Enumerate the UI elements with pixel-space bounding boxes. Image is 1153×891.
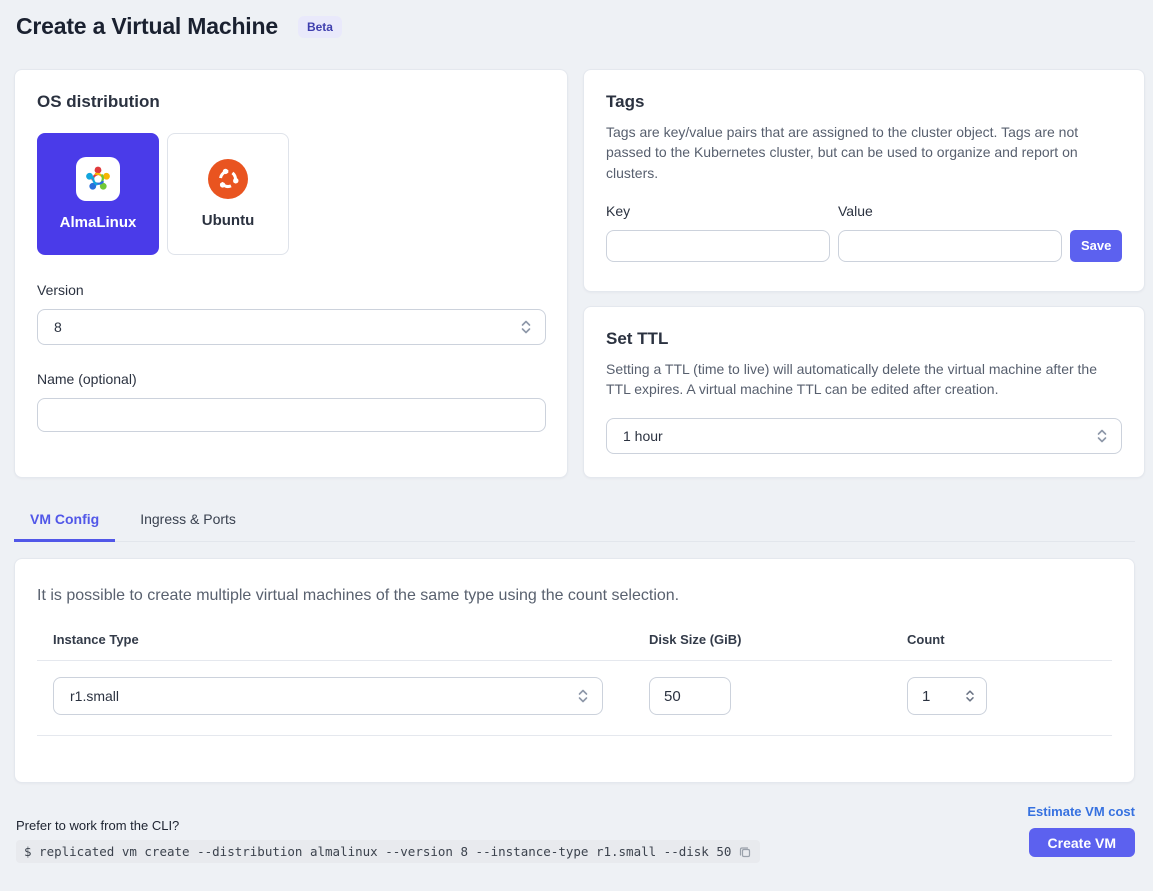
footer-actions: Estimate VM cost Create VM	[1027, 804, 1135, 857]
version-label: Version	[37, 282, 545, 298]
tag-key-label: Key	[606, 203, 630, 219]
os-tile-ubuntu[interactable]: Ubuntu	[167, 133, 289, 255]
tag-value-label: Value	[838, 203, 873, 219]
cli-command-text: $ replicated vm create --distribution al…	[24, 844, 731, 859]
top-grid: OS distribution AlmaLinux	[14, 69, 1135, 478]
tags-card-title: Tags	[606, 92, 1122, 112]
column-disk-size: Disk Size (GiB)	[633, 632, 891, 647]
ubuntu-logo-icon	[208, 159, 248, 199]
disk-size-input[interactable]	[649, 677, 731, 715]
column-count: Count	[891, 632, 1112, 647]
vm-table-header: Instance Type Disk Size (GiB) Count	[37, 632, 1112, 661]
count-cell: 1	[891, 677, 1112, 715]
set-ttl-card: Set TTL Setting a TTL (time to live) wil…	[583, 306, 1145, 478]
page-title: Create a Virtual Machine	[16, 13, 278, 40]
os-tile-ubuntu-label: Ubuntu	[202, 212, 254, 229]
version-select[interactable]: 8	[37, 309, 546, 345]
save-tag-button[interactable]: Save	[1070, 230, 1122, 262]
tag-key-input[interactable]	[606, 230, 830, 262]
os-tile-almalinux-label: AlmaLinux	[60, 214, 137, 231]
tag-value-field: Value	[838, 203, 1062, 262]
os-card-title: OS distribution	[37, 92, 545, 112]
cli-block: Prefer to work from the CLI? $ replicate…	[16, 818, 1027, 863]
chevron-up-down-icon	[576, 688, 590, 704]
cli-prompt-text: Prefer to work from the CLI?	[16, 818, 1027, 833]
tags-card-description: Tags are key/value pairs that are assign…	[606, 122, 1122, 183]
chevron-up-down-icon	[519, 319, 533, 335]
tab-ingress-ports[interactable]: Ingress & Ports	[124, 503, 252, 542]
vm-config-note: It is possible to create multiple virtua…	[37, 587, 1112, 605]
page-header: Create a Virtual Machine Beta	[0, 0, 1153, 40]
ttl-select[interactable]: 1 hour	[606, 418, 1122, 454]
right-column: Tags Tags are key/value pairs that are a…	[583, 69, 1145, 478]
chevron-up-down-icon	[1095, 428, 1109, 444]
ttl-select-value: 1 hour	[623, 428, 1095, 444]
stepper-up-down-icon[interactable]	[964, 689, 976, 703]
footer: Prefer to work from the CLI? $ replicate…	[16, 791, 1135, 863]
os-tile-almalinux[interactable]: AlmaLinux	[37, 133, 159, 255]
tab-vm-config[interactable]: VM Config	[14, 503, 115, 542]
column-instance-type: Instance Type	[37, 632, 633, 647]
instance-type-cell: r1.small	[37, 677, 633, 715]
name-label: Name (optional)	[37, 371, 545, 387]
vm-table-row: r1.small 1	[37, 661, 1112, 736]
disk-size-cell	[633, 677, 891, 715]
tag-form: Key Value Save	[606, 203, 1122, 262]
count-stepper[interactable]: 1	[907, 677, 987, 715]
os-tiles: AlmaLinux Ubuntu	[37, 133, 545, 255]
estimate-vm-cost-link[interactable]: Estimate VM cost	[1027, 804, 1135, 819]
cli-command-box: $ replicated vm create --distribution al…	[16, 840, 760, 863]
tab-bar: VM Config Ingress & Ports	[14, 503, 1135, 542]
create-vm-button[interactable]: Create VM	[1029, 828, 1135, 857]
version-select-value: 8	[54, 319, 519, 335]
instance-type-select[interactable]: r1.small	[53, 677, 603, 715]
count-value: 1	[922, 688, 964, 705]
copy-icon[interactable]	[738, 845, 752, 859]
tags-card: Tags Tags are key/value pairs that are a…	[583, 69, 1145, 292]
almalinux-logo-box	[76, 157, 120, 201]
tag-value-input[interactable]	[838, 230, 1062, 262]
beta-badge: Beta	[298, 16, 342, 38]
name-input[interactable]	[37, 398, 546, 432]
tag-key-field: Key	[606, 203, 830, 262]
ttl-card-description: Setting a TTL (time to live) will automa…	[606, 359, 1122, 400]
vm-config-card: It is possible to create multiple virtua…	[14, 558, 1135, 783]
instance-type-value: r1.small	[70, 688, 576, 704]
almalinux-logo-icon	[81, 162, 115, 196]
ttl-card-title: Set TTL	[606, 329, 1122, 349]
os-distribution-card: OS distribution AlmaLinux	[14, 69, 568, 478]
